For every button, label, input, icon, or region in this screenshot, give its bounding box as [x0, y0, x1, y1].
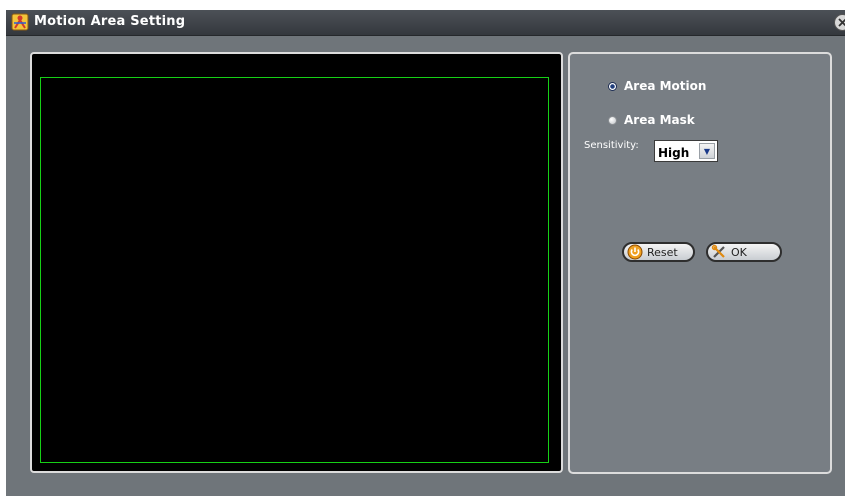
radio-unchecked-icon[interactable]: [608, 115, 617, 125]
area-mask-label: Area Mask: [624, 113, 695, 127]
power-reset-icon: [627, 244, 643, 260]
area-mask-option[interactable]: Area Mask: [608, 112, 695, 128]
radio-checked-icon[interactable]: [608, 81, 617, 91]
video-preview[interactable]: [30, 52, 563, 473]
close-icon: [838, 18, 845, 27]
reset-label: Reset: [647, 245, 678, 259]
sensitivity-label: Sensitivity:: [584, 140, 639, 151]
reset-button[interactable]: Reset: [622, 242, 695, 262]
dropdown-arrow-icon[interactable]: ▼: [699, 143, 715, 159]
tools-icon: [711, 244, 725, 258]
sensitivity-select[interactable]: High ▼: [654, 140, 718, 162]
motion-area-setting-window: Motion Area Setting Area Motion Area Mas…: [6, 10, 845, 496]
title-bar: Motion Area Setting: [6, 10, 845, 36]
settings-panel: Area Motion Area Mask Sensitivity: High …: [568, 52, 832, 474]
window-title: Motion Area Setting: [34, 14, 186, 29]
app-logo-icon: [11, 13, 29, 31]
close-button[interactable]: [834, 14, 845, 31]
ok-button[interactable]: OK: [706, 242, 782, 262]
motion-area-rectangle[interactable]: [40, 77, 549, 463]
area-motion-label: Area Motion: [624, 79, 707, 93]
area-motion-option[interactable]: Area Motion: [608, 78, 706, 94]
sensitivity-value: High: [658, 145, 690, 160]
ok-label: OK: [731, 245, 747, 259]
